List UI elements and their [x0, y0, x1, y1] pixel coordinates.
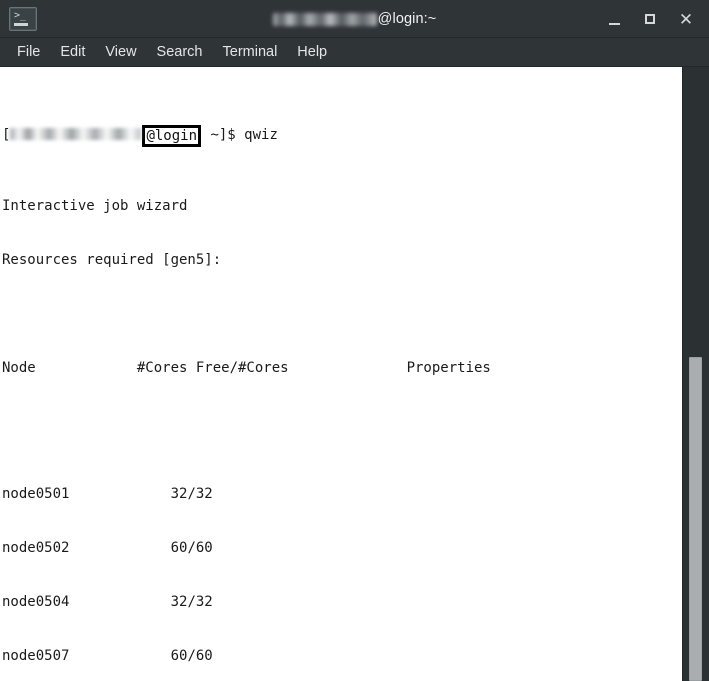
menu-item-edit[interactable]: Edit [50, 41, 95, 64]
menu-item-view[interactable]: View [95, 41, 146, 64]
menu-bar: File Edit View Search Terminal Help [0, 38, 709, 67]
table-row: node0502 60/60 [2, 539, 682, 557]
close-icon: ✕ [678, 9, 694, 29]
node-name: node0501 [2, 486, 70, 502]
menu-item-help[interactable]: Help [287, 41, 337, 64]
redacted-user-host [10, 128, 142, 140]
window-title-host: @login:~ [377, 10, 437, 27]
window-controls: ✕ [597, 0, 703, 38]
menu-item-terminal[interactable]: Terminal [213, 41, 288, 64]
command-qwiz: qwiz [244, 127, 278, 143]
prompt-tail-top: ~]$ [202, 127, 245, 143]
menu-item-search[interactable]: Search [147, 41, 213, 64]
minimize-button[interactable] [597, 4, 631, 34]
highlight-box-login: @login [142, 125, 202, 147]
node-name: node0502 [2, 540, 70, 556]
node-cores: 32/32 [170, 594, 213, 610]
scrollbar-thumb[interactable] [689, 357, 702, 681]
line-wizard-title: Interactive job wizard [2, 198, 188, 214]
minimize-icon [608, 22, 620, 25]
terminal-icon: >_ [9, 6, 37, 31]
node-name: node0507 [2, 648, 70, 664]
terminal-window: >_ @login:~ ✕ File Edit View Search Term… [0, 0, 709, 681]
title-bar: >_ @login:~ ✕ [0, 0, 709, 38]
node-table-header: Node #Cores Free/#Cores Properties [2, 360, 491, 376]
menu-item-file[interactable]: File [7, 41, 50, 64]
terminal-screen[interactable]: [@login ~]$ qwiz Interactive job wizard … [0, 67, 682, 681]
table-row: node0507 60/60 [2, 647, 682, 665]
node-cores: 60/60 [170, 648, 213, 664]
node-cores: 32/32 [170, 486, 213, 502]
terminal-icon-prompt-glyph: >_ [14, 9, 27, 21]
prompt-open-bracket: [ [2, 127, 11, 143]
table-row: node0504 32/32 [2, 593, 682, 611]
terminal-scrollbar[interactable] [682, 67, 709, 681]
close-button[interactable]: ✕ [669, 4, 703, 34]
line-resources-required: Resources required [gen5]: [2, 252, 222, 268]
table-row: node0501 32/32 [2, 485, 682, 503]
redacted-username [272, 13, 377, 26]
maximize-button[interactable] [633, 4, 667, 34]
node-name: node0504 [2, 594, 70, 610]
maximize-icon [645, 14, 655, 24]
terminal-icon-bar [14, 22, 28, 26]
node-cores: 60/60 [170, 540, 213, 556]
terminal-area: [@login ~]$ qwiz Interactive job wizard … [0, 67, 709, 681]
prompt-line-top: [ @login ~]$ qwiz [2, 125, 682, 147]
